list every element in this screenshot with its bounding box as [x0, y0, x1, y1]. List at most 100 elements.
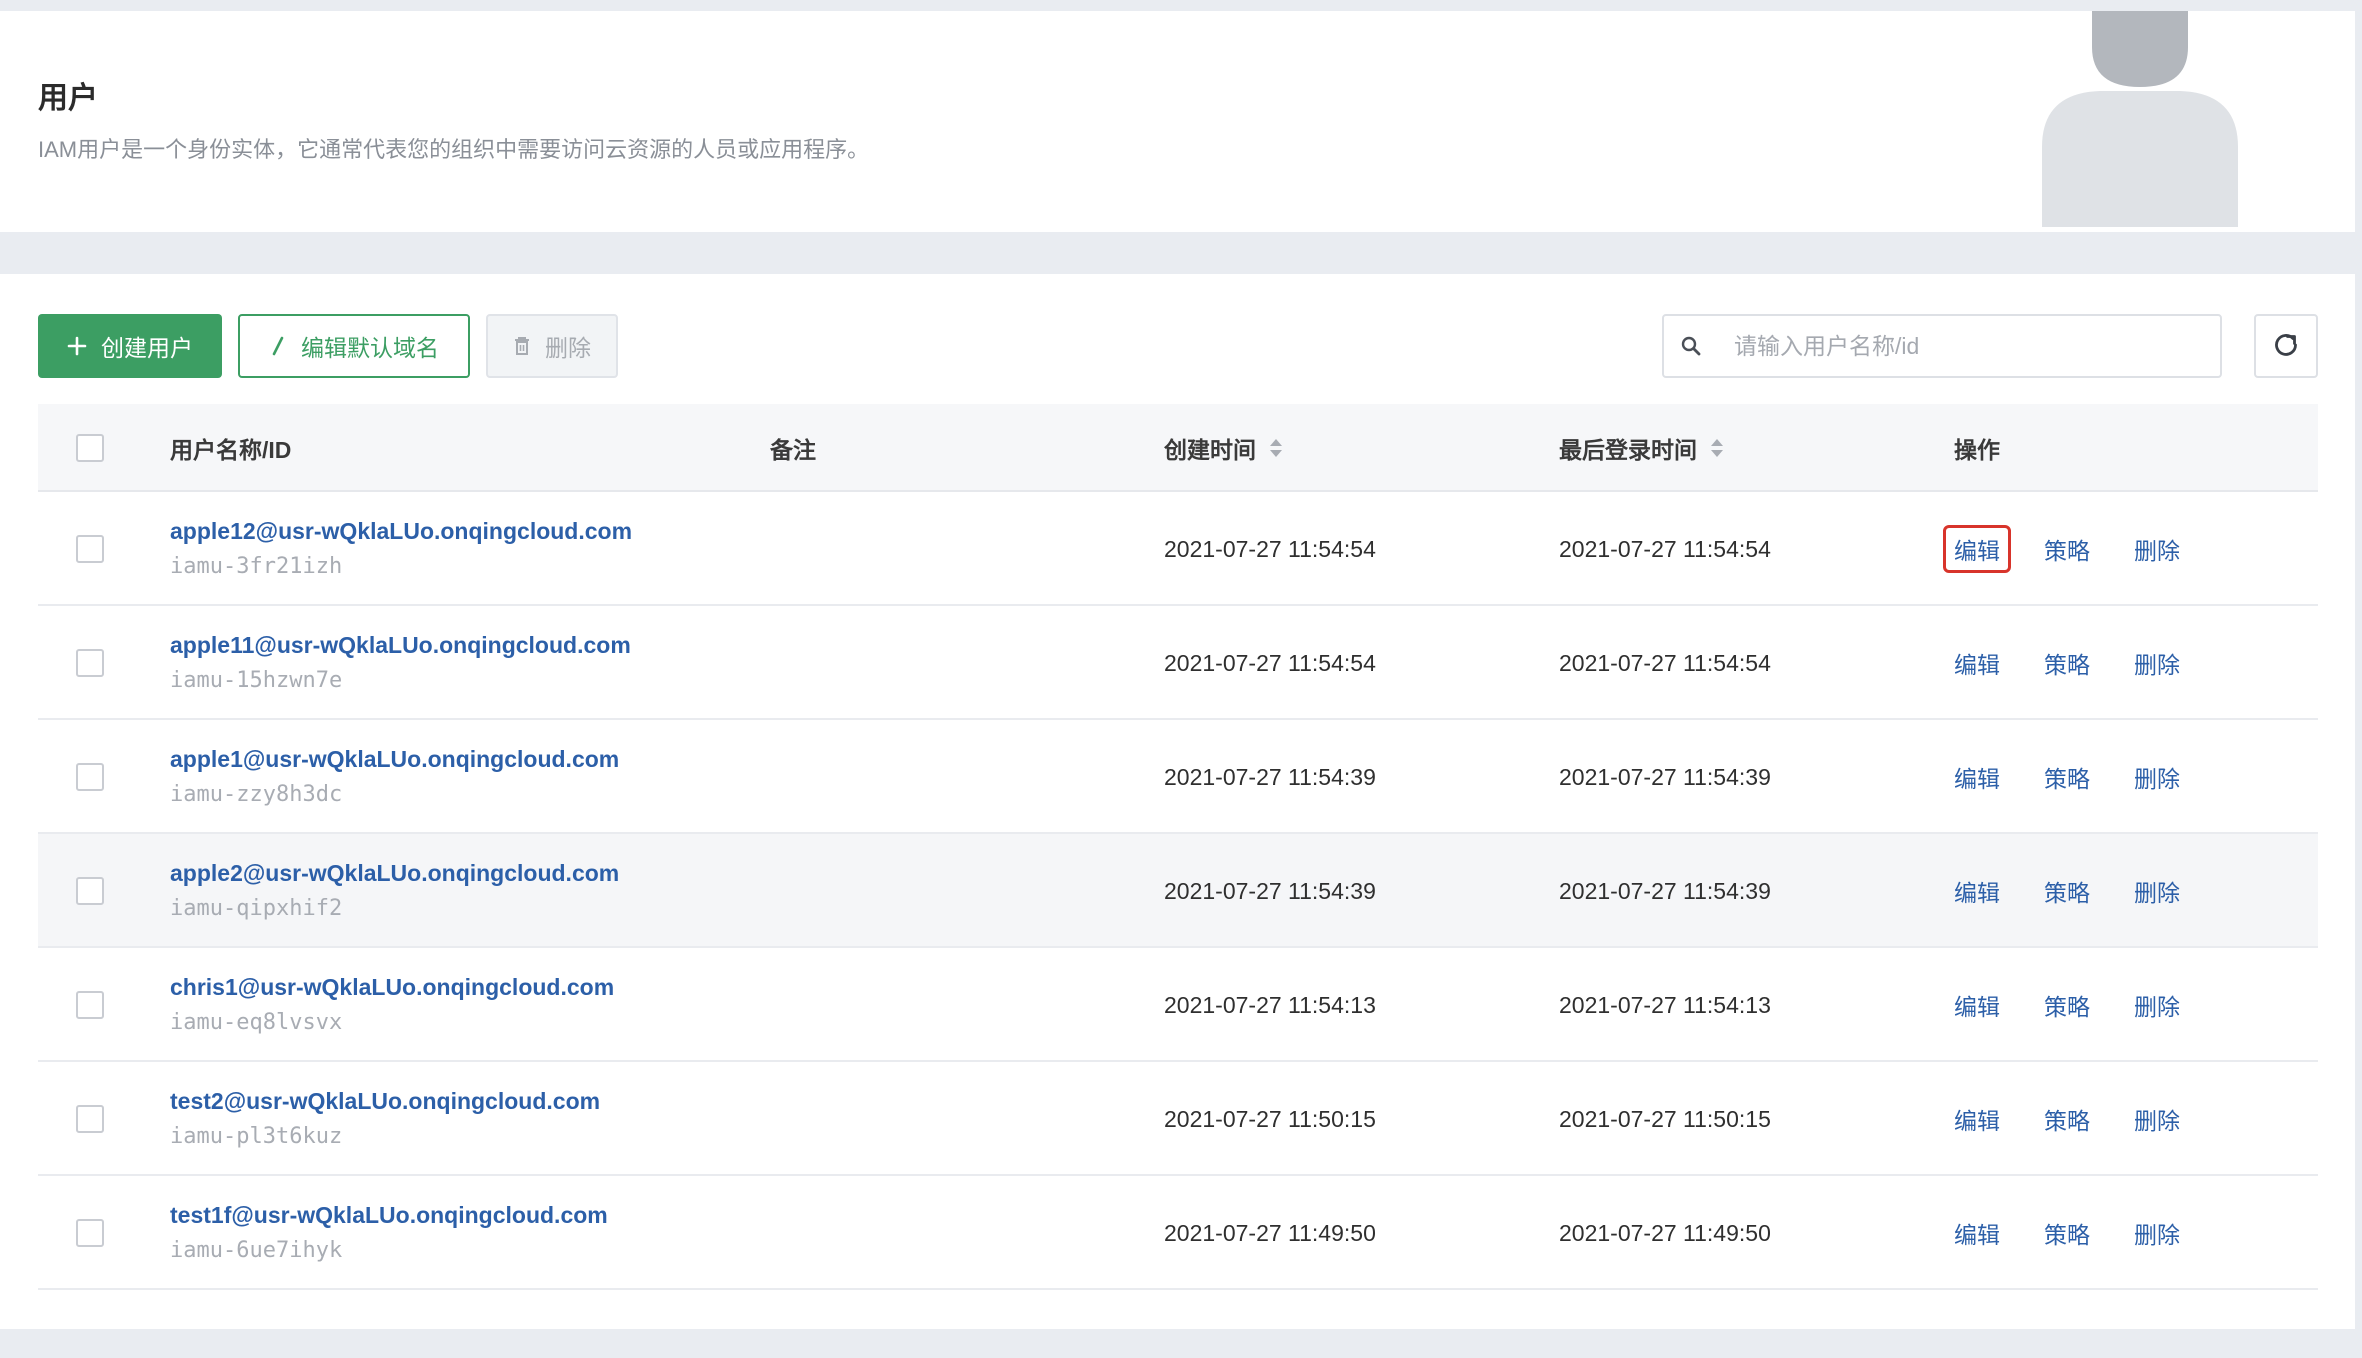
delete-user-link[interactable]: 删除	[2123, 1209, 2191, 1257]
user-cell: apple11@usr-wQklaLUo.onqingcloud.com iam…	[170, 632, 631, 693]
search-box	[1662, 314, 2222, 378]
created-time: 2021-07-27 11:50:15	[1164, 1105, 1376, 1132]
user-name-link[interactable]: chris1@usr-wQklaLUo.onqingcloud.com	[170, 974, 614, 1006]
column-header-actions-label: 操作	[1954, 437, 2000, 463]
edit-user-link[interactable]: 编辑	[1943, 981, 2011, 1029]
column-header-last-login-label: 最后登录时间	[1559, 437, 1697, 463]
user-name-link[interactable]: apple1@usr-wQklaLUo.onqingcloud.com	[170, 746, 619, 778]
user-policy-link[interactable]: 策略	[2033, 867, 2101, 915]
create-user-button[interactable]: 创建用户	[38, 314, 222, 378]
user-id: iamu-6ue7ihyk	[170, 1238, 343, 1263]
user-cell: apple1@usr-wQklaLUo.onqingcloud.com iamu…	[170, 746, 619, 807]
user-id: iamu-zzy8h3dc	[170, 782, 343, 807]
page-header: 用户 IAM用户是一个身份实体，它通常代表您的组织中需要访问云资源的人员或应用程…	[0, 11, 2355, 232]
toolbar: 创建用户 编辑默认域名 删除	[38, 314, 2318, 378]
user-avatar-illustration	[2042, 11, 2238, 227]
user-name-link[interactable]: apple12@usr-wQklaLUo.onqingcloud.com	[170, 518, 632, 550]
last-login-time: 2021-07-27 11:54:39	[1559, 877, 1771, 904]
last-login-time: 2021-07-27 11:54:13	[1559, 991, 1771, 1018]
created-time: 2021-07-27 11:54:54	[1164, 649, 1376, 676]
page-description: IAM用户是一个身份实体，它通常代表您的组织中需要访问云资源的人员或应用程序。	[38, 137, 870, 162]
created-time: 2021-07-27 11:49:50	[1164, 1219, 1376, 1246]
user-id: iamu-qipxhif2	[170, 896, 343, 921]
user-cell: test2@usr-wQklaLUo.onqingcloud.com iamu-…	[170, 1088, 600, 1149]
column-header-last-login[interactable]: 最后登录时间	[1559, 404, 1725, 492]
edit-user-link[interactable]: 编辑	[1943, 639, 2011, 687]
delete-users-button[interactable]: 删除	[486, 314, 618, 378]
user-cell: apple12@usr-wQklaLUo.onqingcloud.com iam…	[170, 518, 632, 579]
delete-user-link[interactable]: 删除	[2123, 639, 2191, 687]
table-row: apple1@usr-wQklaLUo.onqingcloud.com iamu…	[38, 720, 2318, 834]
trash-icon	[513, 336, 531, 356]
table-row: chris1@usr-wQklaLUo.onqingcloud.com iamu…	[38, 948, 2318, 1062]
delete-user-link[interactable]: 删除	[2123, 525, 2191, 573]
row-checkbox[interactable]	[76, 763, 104, 791]
row-actions: 编辑 策略 删除	[1954, 1176, 2227, 1290]
row-checkbox[interactable]	[76, 877, 104, 905]
delete-user-link[interactable]: 删除	[2123, 753, 2191, 801]
create-user-label: 创建用户	[101, 335, 193, 361]
edit-default-domain-button[interactable]: 编辑默认域名	[238, 314, 470, 378]
user-name-link[interactable]: apple2@usr-wQklaLUo.onqingcloud.com	[170, 860, 619, 892]
sort-icon[interactable]	[1268, 437, 1284, 459]
last-login-time: 2021-07-27 11:49:50	[1559, 1219, 1771, 1246]
search-input[interactable]	[1734, 332, 2214, 360]
user-policy-link[interactable]: 策略	[2033, 981, 2101, 1029]
plus-icon	[67, 336, 87, 356]
delete-user-link[interactable]: 删除	[2123, 867, 2191, 915]
row-checkbox[interactable]	[76, 1105, 104, 1133]
user-name-link[interactable]: test1f@usr-wQklaLUo.onqingcloud.com	[170, 1202, 608, 1234]
row-checkbox[interactable]	[76, 535, 104, 563]
row-checkbox[interactable]	[76, 991, 104, 1019]
user-policy-link[interactable]: 策略	[2033, 1095, 2101, 1143]
user-id: iamu-eq8lvsvx	[170, 1010, 343, 1035]
last-login-time: 2021-07-27 11:50:15	[1559, 1105, 1771, 1132]
user-policy-link[interactable]: 策略	[2033, 525, 2101, 573]
column-header-note-label: 备注	[770, 437, 816, 463]
delete-user-link[interactable]: 删除	[2123, 1095, 2191, 1143]
user-name-link[interactable]: test2@usr-wQklaLUo.onqingcloud.com	[170, 1088, 600, 1120]
edit-user-link[interactable]: 编辑	[1943, 867, 2011, 915]
user-policy-link[interactable]: 策略	[2033, 639, 2101, 687]
delete-users-label: 删除	[545, 335, 591, 361]
user-id: iamu-3fr21izh	[170, 554, 343, 579]
user-policy-link[interactable]: 策略	[2033, 753, 2101, 801]
refresh-button[interactable]	[2254, 314, 2318, 378]
column-header-note: 备注	[770, 404, 816, 492]
row-actions: 编辑 策略 删除	[1943, 492, 2227, 606]
edit-default-domain-label: 编辑默认域名	[301, 335, 439, 361]
table-row: test1f@usr-wQklaLUo.onqingcloud.com iamu…	[38, 1176, 2318, 1290]
edit-user-link[interactable]: 编辑	[1943, 525, 2011, 573]
edit-user-link[interactable]: 编辑	[1943, 1095, 2011, 1143]
table-row: apple12@usr-wQklaLUo.onqingcloud.com iam…	[38, 492, 2318, 606]
column-header-actions: 操作	[1954, 404, 2000, 492]
table-header: 用户名称/ID 备注 创建时间 最后登录时间 操作	[38, 404, 2318, 492]
sort-icon[interactable]	[1709, 437, 1725, 459]
edit-user-link[interactable]: 编辑	[1943, 1209, 2011, 1257]
column-header-name-label: 用户名称/ID	[170, 437, 292, 463]
user-policy-link[interactable]: 策略	[2033, 1209, 2101, 1257]
created-time: 2021-07-27 11:54:39	[1164, 763, 1376, 790]
search-icon	[1680, 335, 1706, 357]
column-header-created[interactable]: 创建时间	[1164, 404, 1284, 492]
row-checkbox[interactable]	[76, 649, 104, 677]
pencil-icon	[269, 336, 287, 356]
user-name-link[interactable]: apple11@usr-wQklaLUo.onqingcloud.com	[170, 632, 631, 664]
delete-user-link[interactable]: 删除	[2123, 981, 2191, 1029]
table-row: apple2@usr-wQklaLUo.onqingcloud.com iamu…	[38, 834, 2318, 948]
column-header-name: 用户名称/ID	[170, 404, 291, 492]
last-login-time: 2021-07-27 11:54:54	[1559, 535, 1771, 562]
created-time: 2021-07-27 11:54:13	[1164, 991, 1376, 1018]
column-header-created-label: 创建时间	[1164, 437, 1256, 463]
row-checkbox[interactable]	[76, 1219, 104, 1247]
created-time: 2021-07-27 11:54:39	[1164, 877, 1376, 904]
last-login-time: 2021-07-27 11:54:54	[1559, 649, 1771, 676]
refresh-icon	[2271, 330, 2301, 363]
edit-user-link[interactable]: 编辑	[1943, 753, 2011, 801]
row-actions: 编辑 策略 删除	[1954, 948, 2227, 1062]
user-id: iamu-pl3t6kuz	[170, 1124, 343, 1149]
user-cell: chris1@usr-wQklaLUo.onqingcloud.com iamu…	[170, 974, 614, 1035]
table-row: test2@usr-wQklaLUo.onqingcloud.com iamu-…	[38, 1062, 2318, 1176]
user-cell: test1f@usr-wQklaLUo.onqingcloud.com iamu…	[170, 1202, 608, 1263]
select-all-checkbox[interactable]	[76, 434, 104, 462]
